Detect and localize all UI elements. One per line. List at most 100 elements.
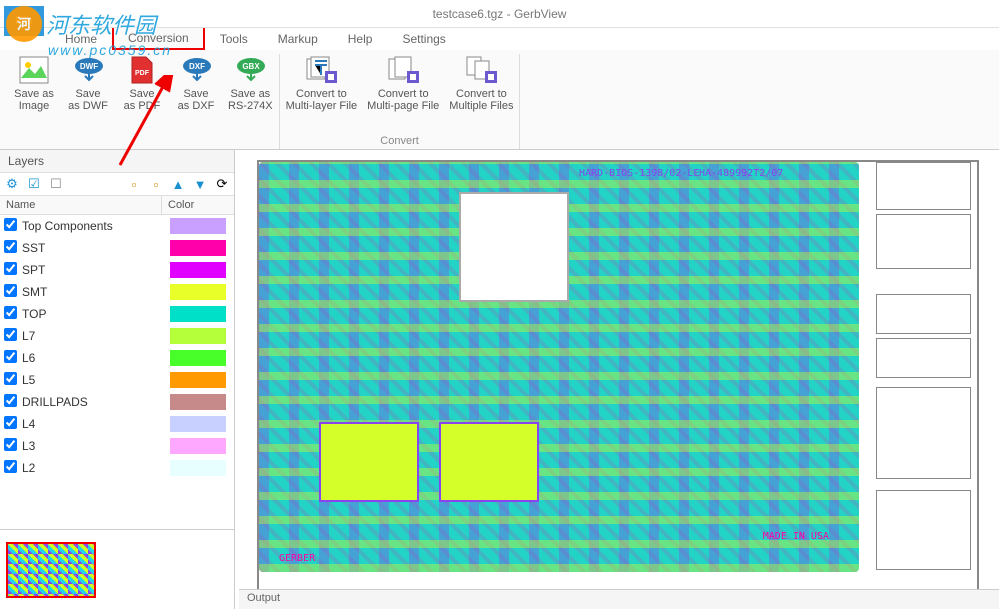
layer-visibility-checkbox[interactable] (4, 460, 17, 473)
layer-name: L3 (20, 439, 170, 453)
layer-color-swatch[interactable] (170, 218, 226, 234)
ribbon-group-convert: Convert toMulti-layer File Convert toMul… (280, 54, 521, 149)
layer-row[interactable]: Top Components (0, 215, 234, 237)
layer-visibility-checkbox[interactable] (4, 438, 17, 451)
layer-name: L7 (20, 329, 170, 343)
gbx-icon: GBX (234, 54, 266, 86)
ribbon-tabs: Home Conversion Tools Markup Help Settin… (0, 28, 999, 50)
layer-name: SPT (20, 263, 170, 277)
layer-color-swatch[interactable] (170, 460, 226, 476)
svg-text:GBX: GBX (243, 62, 261, 71)
layer-row[interactable]: L2 (0, 457, 234, 479)
window-titlebar: testcase6.tgz - GerbView (0, 0, 999, 28)
svg-text:DXF: DXF (189, 62, 205, 71)
save-as-rs274x-button[interactable]: GBX Save asRS-274X (228, 54, 273, 145)
dwf-icon: DWF (72, 54, 104, 86)
layer-row[interactable]: SMT (0, 281, 234, 303)
layer-color-swatch[interactable] (170, 328, 226, 344)
convert-multiplefiles-button[interactable]: Convert toMultiple Files (449, 54, 513, 133)
multilayer-icon (305, 54, 337, 86)
move-down-icon[interactable]: ▼ (192, 176, 208, 192)
window-title: testcase6.tgz - GerbView (433, 7, 567, 21)
design-canvas[interactable]: HARD-BIOS-1398/02-LE HA-489992T2/07 GERB… (235, 150, 999, 609)
layer-row[interactable]: L7 (0, 325, 234, 347)
tab-settings[interactable]: Settings (387, 28, 460, 50)
tab-markup[interactable]: Markup (263, 28, 333, 50)
layers-header: Name Color (0, 196, 234, 215)
pcb-chip-2 (319, 422, 419, 502)
pcb-label-tr: HA-489992T2/07 (699, 168, 783, 179)
convert-multipage-button[interactable]: Convert toMulti-page File (367, 54, 439, 133)
layer-row[interactable]: SST (0, 237, 234, 259)
layer-row[interactable]: L6 (0, 347, 234, 369)
layer-visibility-checkbox[interactable] (4, 416, 17, 429)
layer-row[interactable]: L3 (0, 435, 234, 457)
layer-color-swatch[interactable] (170, 372, 226, 388)
check-icon[interactable]: ☑ (26, 176, 42, 192)
file-menu-label: File (15, 15, 33, 27)
layer-add-icon[interactable]: ▫ (126, 176, 142, 192)
filter-icon[interactable]: ⚙ (4, 176, 20, 192)
layer-row[interactable]: DRILLPADS (0, 391, 234, 413)
layer-visibility-checkbox[interactable] (4, 240, 17, 253)
layer-color-swatch[interactable] (170, 240, 226, 256)
layer-remove-icon[interactable]: ▫ (148, 176, 164, 192)
layer-name: L5 (20, 373, 170, 387)
layer-row[interactable]: L4 (0, 413, 234, 435)
ribbon: Save asImage DWF Saveas DWF PDF Saveas P… (0, 50, 999, 150)
layer-visibility-checkbox[interactable] (4, 306, 17, 319)
uncheck-icon[interactable]: ☐ (48, 176, 64, 192)
layer-visibility-checkbox[interactable] (4, 218, 17, 231)
move-up-icon[interactable]: ▲ (170, 176, 186, 192)
save-as-image-button[interactable]: Save asImage (12, 54, 56, 145)
layer-color-swatch[interactable] (170, 262, 226, 278)
tab-conversion[interactable]: Conversion (112, 26, 205, 50)
layer-color-swatch[interactable] (170, 416, 226, 432)
layer-name: SST (20, 241, 170, 255)
tab-home[interactable]: Home (50, 28, 112, 50)
layer-name: L2 (20, 461, 170, 475)
layer-color-swatch[interactable] (170, 284, 226, 300)
save-as-pdf-button[interactable]: PDF Saveas PDF (120, 54, 164, 145)
pcb-chip-3 (439, 422, 539, 502)
pcb-board: HARD-BIOS-1398/02-LE HA-489992T2/07 GERB… (259, 162, 859, 572)
side-outline-group (876, 162, 971, 587)
layer-visibility-checkbox[interactable] (4, 394, 17, 407)
save-as-dwf-button[interactable]: DWF Saveas DWF (66, 54, 110, 145)
pdf-icon: PDF (126, 54, 158, 86)
layer-name: SMT (20, 285, 170, 299)
layer-row[interactable]: TOP (0, 303, 234, 325)
layers-panel: Layers ⚙ ☑ ☐ ▫ ▫ ▲ ▼ ⟳ Name Color Top Co… (0, 150, 235, 609)
layer-visibility-checkbox[interactable] (4, 284, 17, 297)
layer-row[interactable]: L5 (0, 369, 234, 391)
layer-name: TOP (20, 307, 170, 321)
layer-visibility-checkbox[interactable] (4, 372, 17, 385)
layer-visibility-checkbox[interactable] (4, 328, 17, 341)
layer-color-swatch[interactable] (170, 438, 226, 454)
multiplefiles-icon (465, 54, 497, 86)
tab-help[interactable]: Help (333, 28, 388, 50)
image-icon (18, 54, 50, 86)
layer-row[interactable]: SPT (0, 259, 234, 281)
refresh-icon[interactable]: ⟳ (214, 176, 230, 192)
layers-list[interactable]: Top Components SST SPT SMT TOP L7 L6 L5 DRILLPAD… (0, 215, 234, 529)
layers-header-name[interactable]: Name (0, 196, 162, 214)
tab-tools[interactable]: Tools (205, 28, 263, 50)
layer-color-swatch[interactable] (170, 306, 226, 322)
convert-multilayer-button[interactable]: Convert toMulti-layer File (286, 54, 358, 133)
layer-name: L4 (20, 417, 170, 431)
layer-color-swatch[interactable] (170, 350, 226, 366)
multipage-icon (387, 54, 419, 86)
layer-color-swatch[interactable] (170, 394, 226, 410)
layers-header-color[interactable]: Color (162, 196, 234, 214)
save-as-dxf-button[interactable]: DXF Saveas DXF (174, 54, 218, 145)
layers-toolbar: ⚙ ☑ ☐ ▫ ▫ ▲ ▼ ⟳ (0, 173, 234, 196)
output-panel-title[interactable]: Output (239, 589, 999, 609)
layer-name: L6 (20, 351, 170, 365)
layer-name: DRILLPADS (20, 395, 170, 409)
page-thumbnail[interactable] (6, 542, 96, 598)
layer-visibility-checkbox[interactable] (4, 350, 17, 363)
layer-visibility-checkbox[interactable] (4, 262, 17, 275)
pcb-label-br: MADE IN USA (763, 531, 829, 542)
file-menu-button[interactable]: File (4, 6, 44, 36)
